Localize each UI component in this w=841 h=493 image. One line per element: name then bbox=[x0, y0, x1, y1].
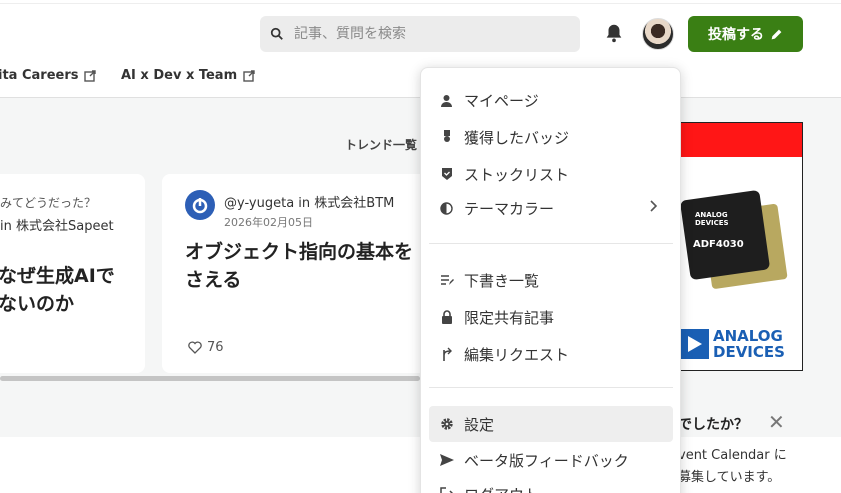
like-count[interactable]: 76 bbox=[188, 340, 224, 355]
menu-item-label: 獲得したバッジ bbox=[464, 128, 570, 147]
person-icon bbox=[439, 93, 454, 108]
menu-item-label: 設定 bbox=[464, 415, 495, 434]
card-title-line: なぜ生成AIで bbox=[0, 265, 115, 287]
nav-link-label: AI x Dev x Team bbox=[121, 68, 238, 83]
notice-text: vent Calendar に bbox=[678, 448, 787, 463]
menu-item-drafts[interactable]: 下書き一覧 bbox=[429, 262, 673, 298]
gear-icon bbox=[439, 417, 454, 432]
post-button-label: 投稿する bbox=[708, 27, 764, 43]
menu-item-stocklist[interactable]: ストックリスト bbox=[429, 156, 673, 192]
close-icon[interactable]: ✕ bbox=[768, 410, 785, 434]
post-button[interactable]: 投稿する bbox=[688, 16, 803, 52]
card-meta: みてどうだった？ bbox=[0, 196, 97, 210]
like-count-value: 76 bbox=[207, 340, 224, 355]
advertisement-banner[interactable]: ANALOG DEVICES ADF4030 ANALOG DEVICES bbox=[676, 122, 803, 371]
menu-item-label: テーマカラー bbox=[464, 199, 555, 218]
theme-icon bbox=[439, 201, 454, 216]
nav-link-careers[interactable]: ita Careers bbox=[0, 68, 97, 83]
menu-item-mypage[interactable]: マイページ bbox=[429, 82, 673, 118]
menu-item-limited-share[interactable]: 限定共有記事 bbox=[429, 299, 673, 335]
user-dropdown-menu: マイページ 獲得したバッジ ストックリスト テーマカラー 下書き一覧 限定共有記… bbox=[420, 67, 681, 493]
menu-item-label: ストックリスト bbox=[464, 165, 570, 184]
nav-link-label: ita Careers bbox=[0, 68, 79, 83]
search-input[interactable] bbox=[294, 26, 564, 42]
notice-text: 募集しています。 bbox=[678, 470, 781, 485]
drafts-icon bbox=[439, 273, 454, 288]
menu-divider bbox=[429, 243, 673, 244]
ad-header-bar bbox=[677, 123, 802, 157]
menu-item-label: ベータ版フィードバック bbox=[464, 451, 629, 470]
card-title-line: オブジェクト指向の基本を bbox=[185, 241, 414, 263]
send-icon bbox=[439, 453, 454, 468]
lock-icon bbox=[439, 310, 454, 325]
bell-icon[interactable] bbox=[603, 22, 625, 44]
chip-model-label: ADF4030 bbox=[693, 239, 744, 250]
card-org: in 株式会社Sapeet bbox=[0, 219, 114, 234]
external-link-icon bbox=[84, 69, 97, 82]
menu-item-settings[interactable]: 設定 bbox=[429, 406, 673, 442]
menu-item-label: マイページ bbox=[464, 91, 539, 110]
pencil-icon bbox=[771, 29, 782, 39]
menu-item-edit-requests[interactable]: 編集リクエスト bbox=[429, 336, 673, 372]
ad-logo-line: ANALOG bbox=[713, 327, 783, 345]
chevron-right-icon bbox=[650, 200, 658, 212]
nav-link-ai-dev-team[interactable]: AI x Dev x Team bbox=[121, 68, 255, 83]
logout-icon bbox=[439, 487, 454, 493]
article-card[interactable]: みてどうだった？ in 株式会社Sapeet なぜ生成AIで ないのか bbox=[0, 174, 145, 373]
trend-section-title: トレンド一覧 bbox=[345, 138, 418, 152]
menu-item-logout[interactable]: ログアウト bbox=[429, 476, 673, 493]
card-title-line: ないのか bbox=[0, 293, 75, 315]
browser-top-strip bbox=[0, 0, 841, 4]
notice-title: でしたか？ bbox=[678, 417, 748, 433]
edit-request-icon bbox=[439, 347, 454, 362]
menu-item-label: ログアウト bbox=[464, 484, 539, 493]
ad-logo-line: DEVICES bbox=[713, 343, 785, 361]
user-avatar[interactable] bbox=[642, 18, 674, 50]
article-card[interactable]: @y-yugeta in 株式会社BTM 2026年02月05日 オブジェクト指… bbox=[162, 174, 447, 373]
chip-image bbox=[679, 189, 771, 281]
stock-icon bbox=[439, 167, 454, 182]
organization-logo-icon bbox=[185, 190, 215, 220]
menu-item-beta-feedback[interactable]: ベータ版フィードバック bbox=[429, 442, 673, 478]
horizontal-scrollbar[interactable] bbox=[0, 376, 420, 381]
ad-brand-logo: ANALOG DEVICES bbox=[681, 328, 785, 360]
card-date: 2026年02月05日 bbox=[224, 216, 313, 229]
search-icon bbox=[270, 27, 283, 40]
menu-item-label: 下書き一覧 bbox=[464, 271, 540, 290]
heart-icon bbox=[188, 341, 202, 354]
analog-devices-logo-icon bbox=[681, 329, 709, 359]
menu-divider bbox=[429, 387, 673, 388]
search-box[interactable] bbox=[260, 16, 580, 52]
menu-item-label: 限定共有記事 bbox=[464, 308, 555, 327]
menu-item-label: 編集リクエスト bbox=[464, 345, 570, 364]
external-link-icon bbox=[243, 69, 255, 82]
chip-brand-label: ANALOG DEVICES bbox=[695, 211, 729, 227]
menu-item-badges[interactable]: 獲得したバッジ bbox=[429, 119, 673, 155]
card-title-line: さえる bbox=[185, 269, 242, 291]
menu-item-theme-color[interactable]: テーマカラー bbox=[429, 190, 673, 226]
badge-icon bbox=[439, 130, 454, 145]
card-author: @y-yugeta in 株式会社BTM bbox=[224, 196, 395, 211]
